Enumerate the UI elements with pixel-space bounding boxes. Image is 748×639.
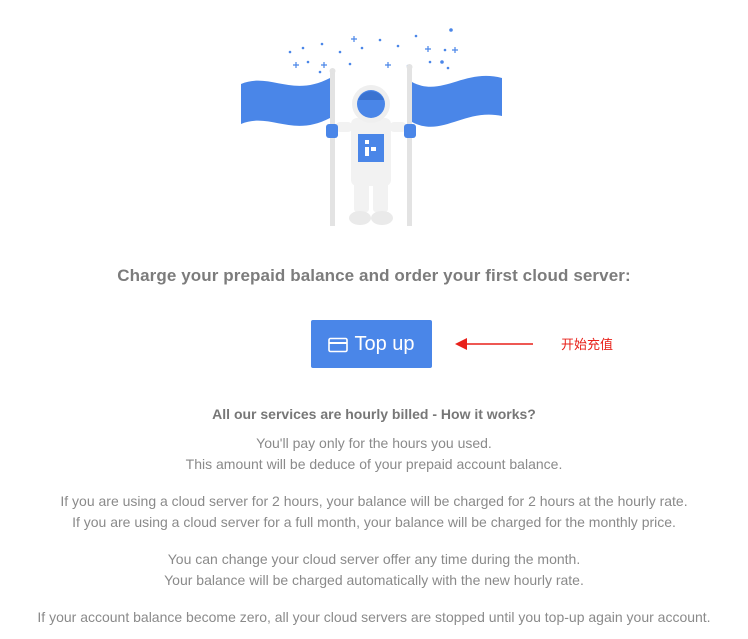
how-it-works-title: All our services are hourly billed - How… <box>212 406 536 422</box>
info-line: If you are using a cloud server for 2 ho… <box>60 493 688 509</box>
red-arrow-icon <box>455 338 533 350</box>
info-paragraph: If your account balance become zero, all… <box>0 607 748 628</box>
info-line: If you are using a cloud server for a fu… <box>72 514 676 530</box>
page-headline: Charge your prepaid balance and order yo… <box>117 266 631 285</box>
annotation-text: 开始充值 <box>561 337 614 352</box>
info-line: You can change your cloud server offer a… <box>167 551 581 567</box>
info-paragraph: You can change your cloud server offer a… <box>0 549 748 591</box>
top-up-label: Top up <box>354 332 415 355</box>
astronaut-illustration <box>0 0 748 240</box>
info-paragraph: You'll pay only for the hours you used. … <box>0 433 748 475</box>
astronaut-flags-icon <box>241 28 502 226</box>
top-up-button[interactable]: Top up <box>311 320 432 368</box>
info-line: Your balance will be charged automatical… <box>164 572 584 588</box>
credit-card-icon <box>328 336 349 353</box>
info-line: This amount will be deduce of your prepa… <box>185 456 563 472</box>
info-paragraph: If you are using a cloud server for 2 ho… <box>0 491 748 533</box>
info-line: If your account balance become zero, all… <box>37 609 711 625</box>
info-line: You'll pay only for the hours you used. <box>256 435 492 451</box>
